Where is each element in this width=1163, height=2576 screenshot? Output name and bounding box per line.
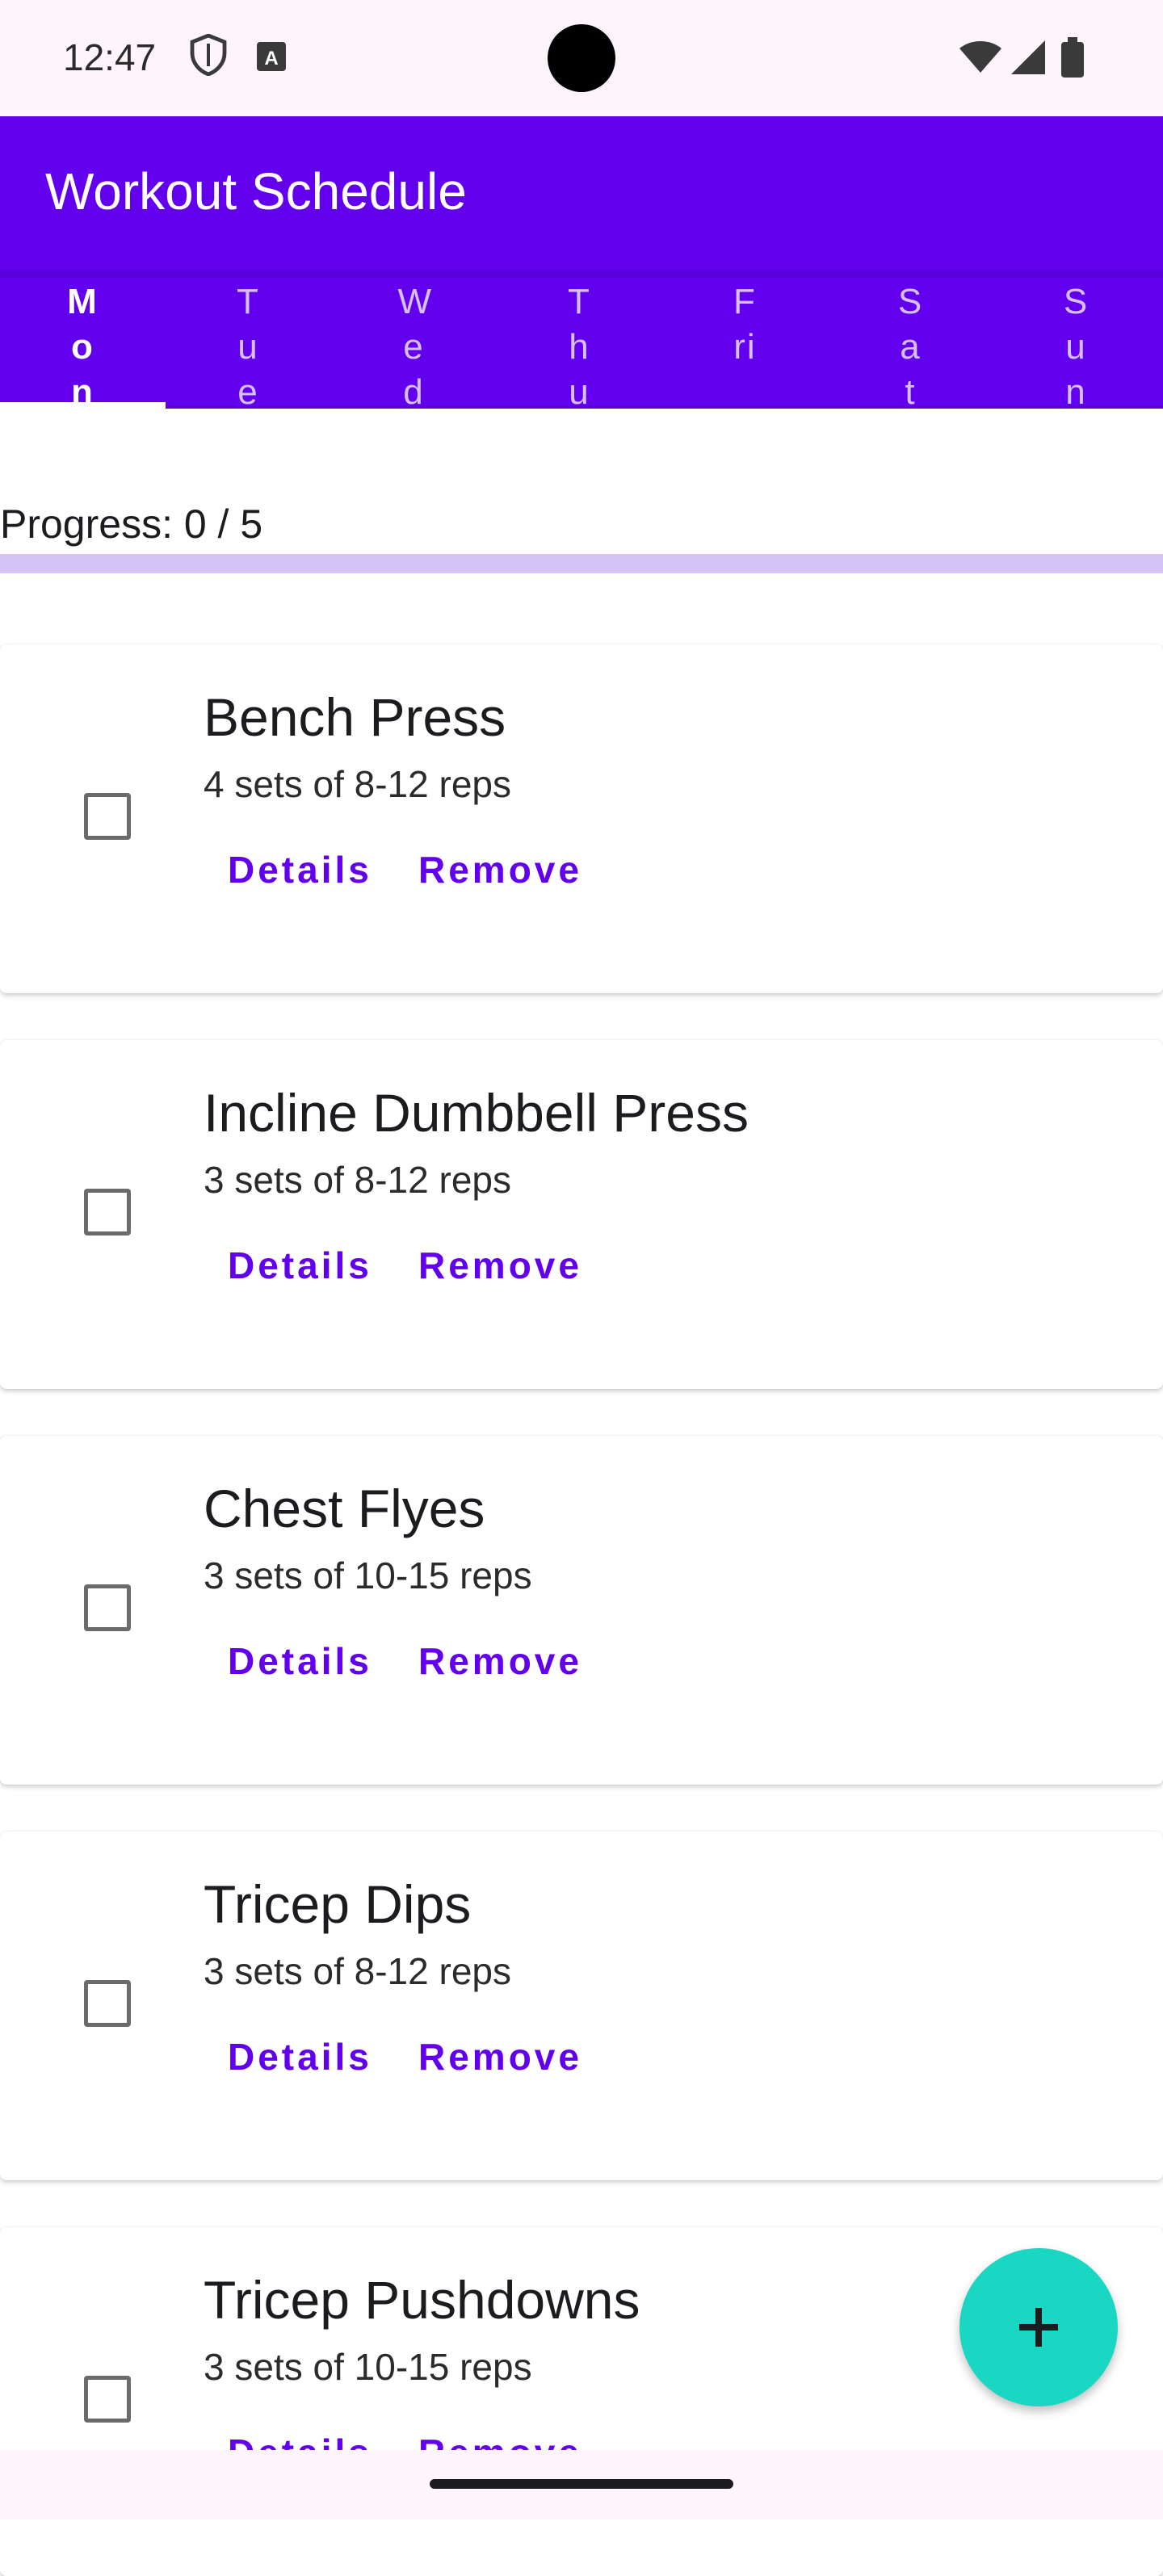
details-button[interactable]: Details [228,848,372,892]
tab-mon[interactable]: Mon [0,270,166,407]
tab-label: Wed [397,282,434,407]
exercise-checkbox[interactable] [84,1189,131,1236]
details-button[interactable]: Details [228,2035,372,2079]
exercise-checkbox[interactable] [84,2376,131,2423]
tab-sat[interactable]: Sat [828,270,993,407]
progress-label: Progress: 0 / 5 [0,501,263,547]
app-bar: Workout Schedule [0,116,1163,270]
page-title: Workout Schedule [45,162,467,220]
remove-button[interactable]: Remove [418,2035,582,2079]
exercise-checkbox[interactable] [84,793,131,840]
exercise-name: Tricep Dips [204,1874,472,1934]
tab-label: Thu [568,282,591,407]
tab-fri[interactable]: Fri [662,270,828,407]
exercise-name: Bench Press [204,687,506,747]
add-exercise-button[interactable] [959,2248,1118,2406]
exercise-card: Tricep Dips 3 sets of 8-12 reps Details … [0,1831,1163,2180]
exercise-card: Bench Press 4 sets of 8-12 reps Details … [0,644,1163,993]
details-button[interactable]: Details [228,1639,372,1683]
plus-icon [1019,2308,1058,2347]
tab-label: Tue [237,282,260,407]
tab-wed[interactable]: Wed [331,270,497,407]
signal-icon [1010,39,1047,80]
remove-button[interactable]: Remove [418,1244,582,1287]
tab-label: Sun [1063,282,1090,407]
details-button[interactable]: Details [228,1244,372,1287]
exercise-name: Tricep Pushdowns [204,2270,640,2330]
home-indicator[interactable] [430,2479,733,2489]
front-camera [548,24,615,92]
shield-icon [189,33,228,80]
exercise-description: 3 sets of 10-15 reps [204,1554,532,1596]
tab-thu[interactable]: Thu [497,270,662,407]
tab-label: Sat [897,282,924,407]
exercise-name: Incline Dumbbell Press [204,1083,749,1143]
wifi-icon [958,39,1003,78]
tab-sun[interactable]: Sun [993,270,1159,407]
exercise-card: Chest Flyes 3 sets of 10-15 reps Details… [0,1436,1163,1785]
exercise-name: Chest Flyes [204,1479,485,1538]
tab-tue[interactable]: Tue [166,270,331,407]
tab-divider [166,405,1163,409]
exercise-checkbox[interactable] [84,1584,131,1631]
tab-label: Fri [733,282,757,367]
exercise-description: 3 sets of 8-12 reps [204,1159,511,1201]
svg-text:A: A [264,48,278,69]
remove-button[interactable]: Remove [418,1639,582,1683]
exercise-card: Incline Dumbbell Press 3 sets of 8-12 re… [0,1040,1163,1389]
exercise-description: 4 sets of 8-12 reps [204,763,511,805]
tab-label: Mon [67,282,99,407]
remove-button[interactable]: Remove [418,848,582,892]
day-tabs: Mon Tue Wed Thu Fri Sat Sun [0,270,1163,407]
status-time: 12:47 [63,36,157,78]
exercise-description: 3 sets of 10-15 reps [204,2346,532,2388]
status-bar: 12:47 A [0,0,1163,116]
active-tab-indicator [0,402,166,409]
exercise-checkbox[interactable] [84,1980,131,2027]
exercise-description: 3 sets of 8-12 reps [204,1950,511,1992]
progress-bar [0,554,1163,573]
keyboard-a-icon: A [255,40,288,77]
battery-icon [1061,37,1084,82]
